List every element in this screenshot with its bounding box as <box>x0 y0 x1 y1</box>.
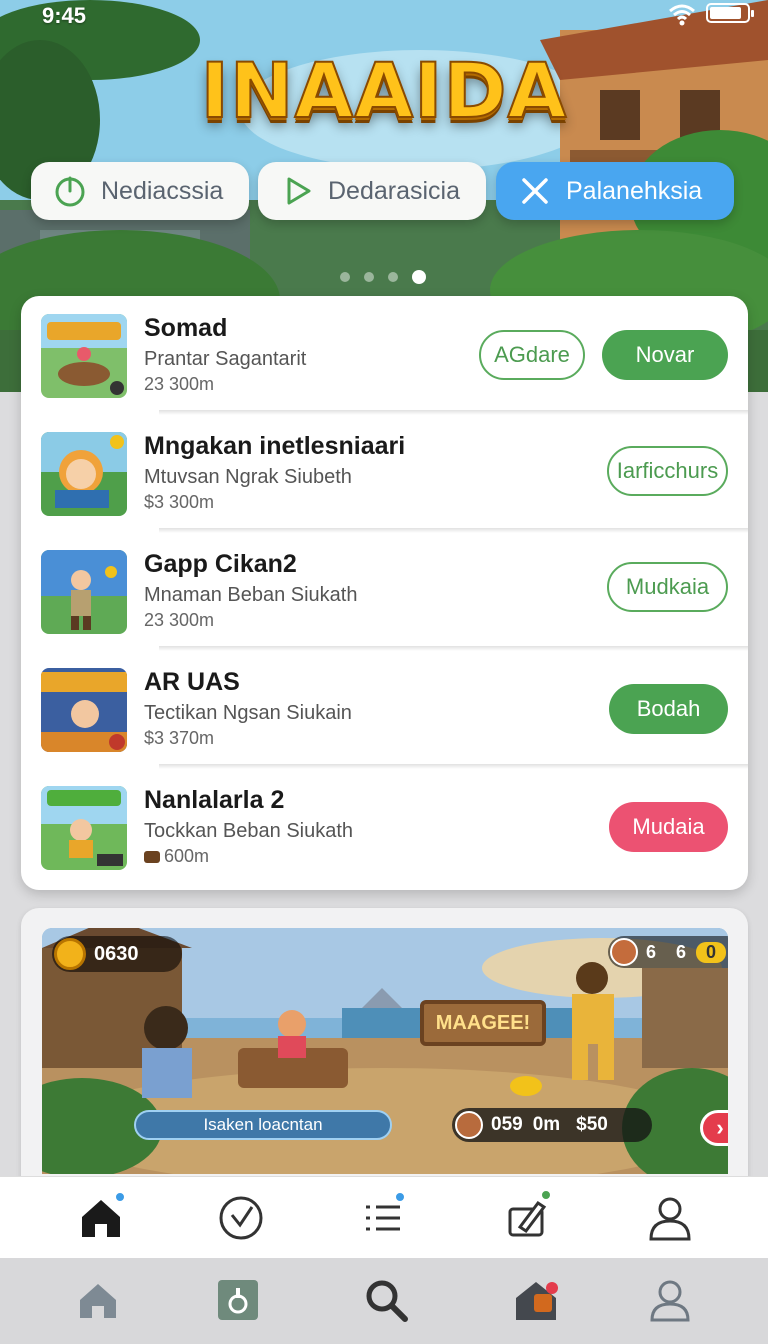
edit-badge <box>540 1189 552 1201</box>
pill-label: Dedarasicia <box>328 176 461 205</box>
iarficchurs-button[interactable]: Iarficchurs <box>607 446 728 496</box>
item-title: Gapp Cikan2 <box>144 550 297 578</box>
game-input-bar[interactable]: Isaken loacntan <box>134 1110 392 1140</box>
score-value: 059 <box>491 1114 523 1135</box>
avatar <box>455 1111 483 1139</box>
store-icon[interactable] <box>512 1276 560 1324</box>
item-meta: $3 300m <box>144 492 215 512</box>
status-time: 9:45 <box>42 3 87 28</box>
score-price: $50 <box>576 1114 608 1135</box>
coin-value: 0630 <box>94 942 139 965</box>
home-icon[interactable] <box>74 1276 122 1324</box>
chevron-right-icon: › <box>716 1115 724 1140</box>
home-badge <box>114 1191 126 1203</box>
mudaia-button[interactable]: Mudaia <box>609 802 728 852</box>
coin-counter: 0630 <box>52 936 182 972</box>
item-title: AR UAS <box>144 668 240 696</box>
item-meta: 23 300m <box>144 610 215 630</box>
game-thumbnail <box>41 550 127 634</box>
list-item[interactable]: Nanlalarla 2 Tockkan Beban Siukath 600m … <box>21 764 748 886</box>
play-icon <box>287 177 311 205</box>
carousel-dot[interactable] <box>364 272 374 282</box>
filter-pill-dedarasicia[interactable]: Dedarasicia <box>258 162 486 220</box>
item-meta: 23 300m <box>144 374 215 394</box>
item-meta: 600m <box>144 846 209 867</box>
search-icon[interactable] <box>362 1276 410 1324</box>
check-circle-icon[interactable] <box>216 1193 266 1243</box>
next-button[interactable]: › <box>700 1110 728 1146</box>
carousel-indicator[interactable] <box>340 270 426 284</box>
item-title: Mngakan inetlesniaari <box>144 432 406 460</box>
app-icon[interactable] <box>214 1276 262 1324</box>
power-icon <box>55 176 85 207</box>
filter-pill-nediacssia[interactable]: Nediacssia <box>31 162 249 220</box>
close-icon <box>522 178 548 204</box>
status-bar: 9:45 <box>0 0 768 30</box>
game-list: Somad Prantar Sagantarit 23 300m AGdare … <box>21 296 748 890</box>
item-subtitle: Tockkan Beban Siukath <box>144 820 354 842</box>
avatar <box>610 938 638 966</box>
game-thumbnail <box>41 668 127 752</box>
profile-icon[interactable] <box>646 1276 694 1324</box>
coin-icon <box>54 938 86 970</box>
agdare-button[interactable]: AGdare <box>479 330 585 380</box>
game-sign: MAAGEE! <box>420 1000 546 1046</box>
game-thumbnail <box>41 314 127 398</box>
bottom-tab-bar <box>0 1176 768 1258</box>
game-preview[interactable]: 0630 6 6 0 MAAGEE! Isaken loacntan 059 0… <box>42 928 728 1174</box>
item-subtitle: Tectikan Ngsan Siukain <box>144 702 352 724</box>
stat-b: 6 <box>676 941 687 962</box>
carousel-dot[interactable] <box>340 272 350 282</box>
game-thumbnail <box>41 786 127 870</box>
stat-a: 6 <box>646 941 657 962</box>
stat-c: 0 <box>696 941 727 963</box>
battery-icon <box>706 3 754 23</box>
item-meta-value: 600m <box>164 846 210 866</box>
item-meta: $3 370m <box>144 728 215 748</box>
mudkaia-button[interactable]: Mudkaia <box>607 562 728 612</box>
player-stats: 6 6 0 <box>608 936 728 968</box>
wifi-icon <box>669 4 695 26</box>
list-item[interactable]: Mngakan inetlesniaari Mtuvsan Ngrak Siub… <box>21 410 748 532</box>
score-display: 059 0m $50 <box>452 1108 652 1142</box>
item-subtitle: Mnaman Beban Siukath <box>144 584 358 606</box>
filter-pill-palanehksia[interactable]: Palanehksia <box>496 162 734 220</box>
chest-icon <box>144 851 160 864</box>
list-badge <box>394 1191 406 1203</box>
profile-icon[interactable] <box>645 1193 695 1243</box>
carousel-dot-active[interactable] <box>412 270 426 284</box>
score-unit: 0m <box>532 1114 561 1135</box>
pill-label: Palanehksia <box>566 176 703 205</box>
novar-button[interactable]: Novar <box>602 330 728 380</box>
game-thumbnail <box>41 432 127 516</box>
item-title: Somad <box>144 314 228 342</box>
battery-level <box>710 7 741 19</box>
pill-label: Nediacssia <box>101 176 224 205</box>
list-item[interactable]: AR UAS Tectikan Ngsan Siukain $3 370m Bo… <box>21 646 748 768</box>
item-subtitle: Prantar Sagantarit <box>144 348 307 370</box>
carousel-dot[interactable] <box>388 272 398 282</box>
list-item[interactable]: Gapp Cikan2 Mnaman Beban Siukath 23 300m… <box>21 528 748 650</box>
app-logo: INAAIDA <box>200 45 568 136</box>
bodah-button[interactable]: Bodah <box>609 684 728 734</box>
system-nav-bar <box>0 1258 768 1344</box>
item-subtitle: Mtuvsan Ngrak Siubeth <box>144 466 352 488</box>
item-title: Nanlalarla 2 <box>144 786 285 814</box>
list-item[interactable]: Somad Prantar Sagantarit 23 300m AGdare … <box>21 296 748 414</box>
